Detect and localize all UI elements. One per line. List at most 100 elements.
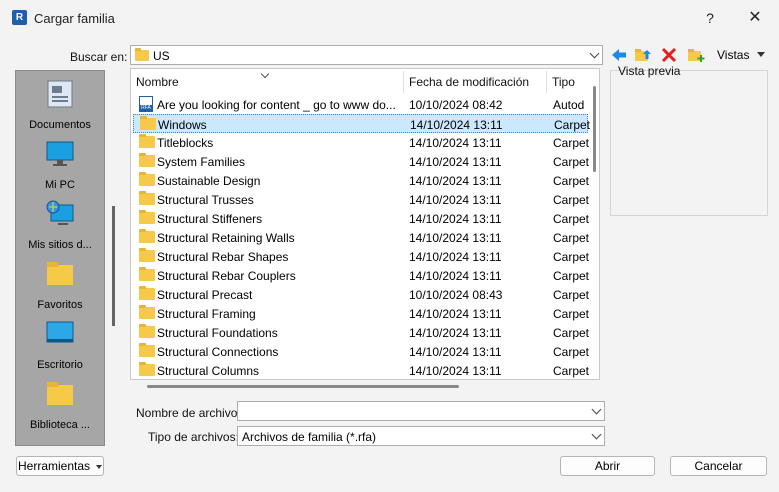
folder-icon (139, 362, 155, 376)
caret-down-icon (96, 464, 103, 469)
file-date: 14/10/2024 13:11 (409, 326, 502, 340)
file-type: Carpet (553, 155, 590, 169)
file-name: Sustainable Design (157, 174, 261, 188)
folder-row[interactable]: Windows 14/10/2024 13:11 Carpet (133, 114, 591, 133)
tools-button[interactable]: Herramientas (16, 456, 104, 476)
caret-down-icon (757, 52, 765, 57)
folder-row[interactable]: Structural Precast 10/10/2024 08:43 Carpet (133, 285, 590, 304)
file-name: Structural Rebar Shapes (157, 250, 289, 264)
place-label: Escritorio (37, 359, 83, 371)
folder-icon (139, 153, 155, 167)
place-network[interactable]: Mis sitios d... (16, 193, 104, 253)
file-date: 14/10/2024 13:11 (409, 231, 502, 245)
file-type: Carpet (553, 269, 590, 283)
file-type: Carpet (553, 364, 590, 378)
file-type: Carpet (553, 193, 590, 207)
folder-row[interactable]: Structural Framing 14/10/2024 13:11 Carpet (133, 304, 590, 323)
file-name: Structural Foundations (157, 326, 278, 340)
place-label: Mis sitios d... (28, 239, 92, 251)
folder-icon (139, 229, 155, 243)
file-row[interactable]: Are you looking for content _ go to www … (133, 95, 588, 114)
folder-row[interactable]: Structural Retaining Walls 14/10/2024 13:… (133, 228, 590, 247)
filename-input[interactable] (237, 401, 605, 421)
place-label: Documentos (29, 119, 91, 131)
window-title: Cargar familia (34, 11, 115, 26)
file-type: Carpet (553, 231, 590, 245)
places-bar: Documentos Mi PC Mis sitios d... Favorit… (15, 70, 115, 446)
file-date: 14/10/2024 13:11 (409, 136, 502, 150)
place-documents[interactable]: Documentos (16, 73, 104, 133)
folder-icon (139, 248, 155, 262)
file-name: Structural Framing (157, 307, 256, 321)
file-list[interactable]: Nombre Fecha de modificación Tipo Are yo… (130, 68, 600, 380)
file-type: Carpet (553, 174, 590, 188)
place-library[interactable]: Biblioteca ... (16, 373, 104, 433)
views-menu-button[interactable]: Vistas (717, 48, 749, 62)
place-my-pc[interactable]: Mi PC (16, 133, 104, 193)
new-folder-icon[interactable] (687, 46, 705, 64)
close-button[interactable]: ✕ (744, 8, 766, 28)
help-button[interactable]: ? (700, 8, 720, 28)
folder-icon (47, 382, 73, 405)
folder-icon (139, 191, 155, 205)
file-name: Structural Precast (157, 288, 253, 302)
folder-icon (139, 267, 155, 281)
file-date: 14/10/2024 13:11 (409, 269, 502, 283)
folder-icon (139, 286, 155, 300)
folder-row[interactable]: Structural Columns 14/10/2024 13:11 Carpet (133, 361, 590, 379)
place-desktop[interactable]: Escritorio (16, 313, 104, 373)
horizontal-scrollbar[interactable] (147, 385, 459, 388)
folder-row[interactable]: Sustainable Design 14/10/2024 13:11 Carpet (133, 171, 590, 190)
folder-row[interactable]: Titleblocks 14/10/2024 13:11 Carpet (133, 133, 590, 152)
folder-icon (139, 305, 155, 319)
filetype-label: Tipo de archivos: (148, 430, 239, 444)
chevron-down-icon (589, 48, 600, 59)
column-modified[interactable]: Fecha de modificación (404, 69, 546, 95)
file-type: Carpet (553, 307, 590, 321)
file-name: Structural Connections (157, 345, 279, 359)
filetype-value: Archivos de familia (*.rfa) (242, 430, 377, 444)
folder-row[interactable]: System Families 14/10/2024 13:11 Carpet (133, 152, 590, 171)
rfa-file-icon (139, 96, 153, 112)
places-scrollbar[interactable] (112, 206, 115, 326)
open-button[interactable]: Abrir (560, 456, 655, 476)
lookin-label: Buscar en: (70, 50, 128, 64)
place-favorites[interactable]: Favoritos (16, 253, 104, 313)
vertical-scrollbar[interactable] (593, 86, 596, 172)
folder-row[interactable]: Structural Stiffeners 14/10/2024 13:11 Car… (133, 209, 589, 228)
folder-row[interactable]: Structural Foundations 14/10/2024 13:11 Ca… (133, 323, 590, 342)
file-name: Titleblocks (157, 136, 214, 150)
file-date: 14/10/2024 13:11 (409, 155, 502, 169)
folder-icon (135, 48, 149, 61)
preview-label: Vista previa (618, 64, 681, 78)
file-name: Structural Columns (157, 364, 260, 378)
file-date: 14/10/2024 13:11 (409, 250, 502, 264)
folder-row[interactable]: Structural Trusses 14/10/2024 13:11 Carpet (133, 190, 590, 209)
folder-row[interactable]: Structural Connections 14/10/2024 13:11 Ca… (133, 342, 589, 361)
chevron-down-icon (591, 404, 602, 415)
folder-icon (139, 172, 155, 186)
file-type: Carpet (553, 136, 590, 150)
folder-icon (47, 262, 73, 285)
revit-app-icon: R (12, 10, 27, 25)
file-name: Structural Trusses (157, 193, 254, 207)
folder-icon (139, 210, 155, 224)
delete-x-icon[interactable] (660, 46, 678, 64)
back-arrow-icon[interactable] (610, 46, 628, 64)
folder-row[interactable]: Structural Rebar Shapes 14/10/2024 13:11 C… (133, 247, 590, 266)
folder-row[interactable]: Structural Rebar Couplers 14/10/2024 13:1… (133, 266, 590, 285)
file-type: Carpet (553, 326, 590, 340)
filetype-select[interactable]: Archivos de familia (*.rfa) (237, 426, 605, 446)
lookin-combo[interactable]: US (130, 45, 603, 65)
cancel-button[interactable]: Cancelar (670, 456, 767, 476)
file-date: 10/10/2024 08:43 (409, 288, 503, 302)
file-date: 14/10/2024 13:11 (410, 118, 503, 132)
monitor-icon (46, 141, 74, 166)
file-type: Carpet (553, 250, 590, 264)
file-type: Carpet (554, 118, 591, 132)
file-type: Carpet (553, 288, 590, 302)
folder-up-icon[interactable] (634, 46, 652, 64)
file-name: Structural Retaining Walls (157, 231, 295, 245)
file-date: 14/10/2024 13:11 (409, 345, 502, 359)
folder-icon (139, 324, 155, 338)
